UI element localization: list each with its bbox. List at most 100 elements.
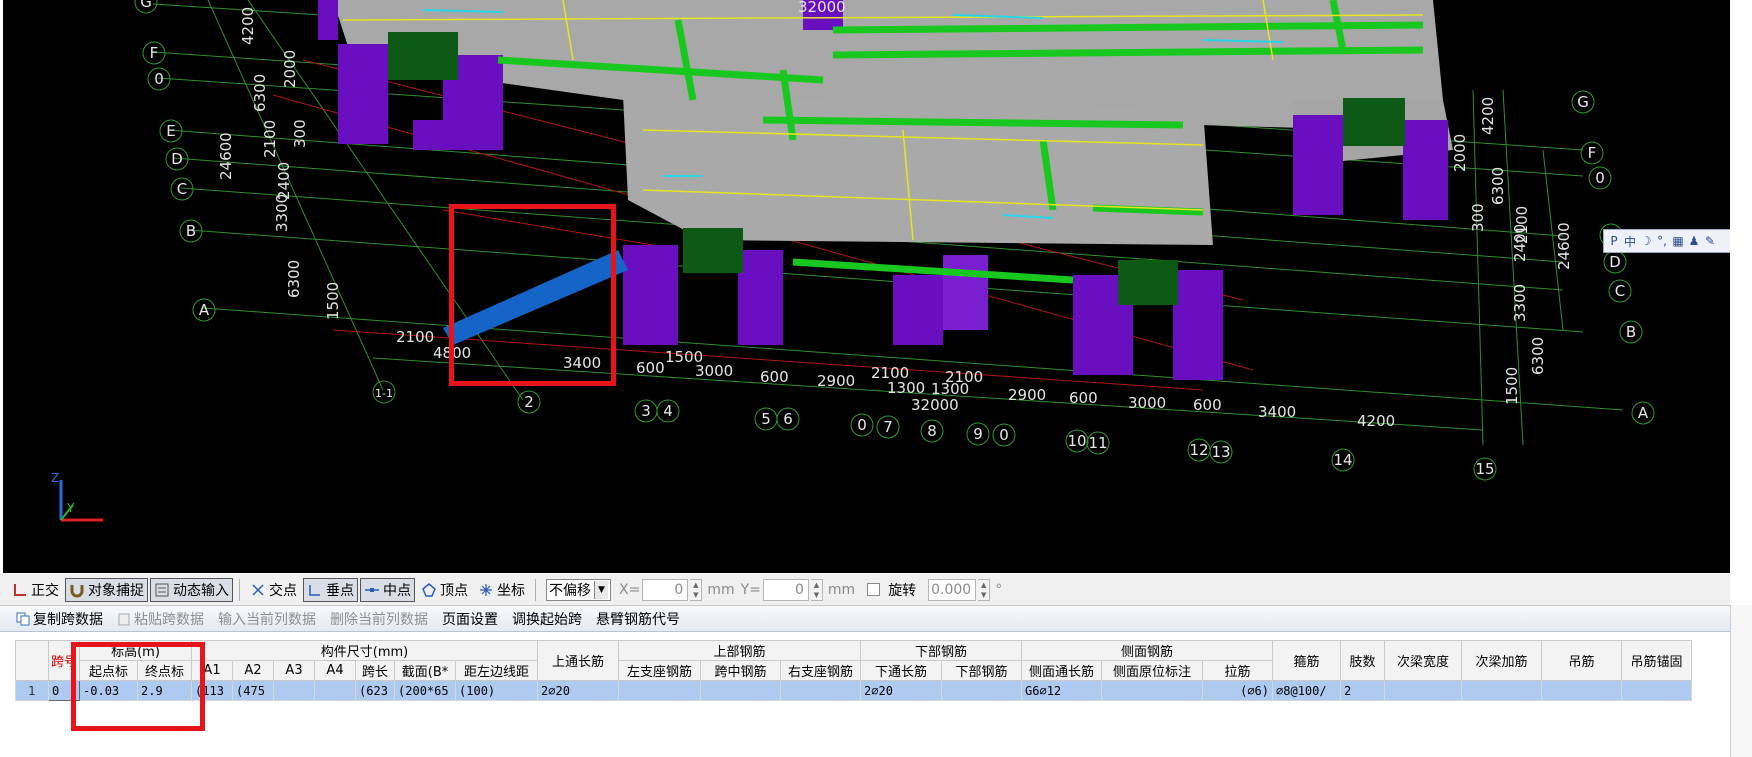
col-right-seat[interactable]: 右支座钢筋 [780, 660, 862, 681]
col-legs[interactable]: 肢数 [1340, 640, 1386, 681]
cell-mid-span[interactable] [700, 680, 782, 701]
svg-text:2: 2 [524, 393, 534, 411]
delete-column-button[interactable]: 删除当前列数据 [330, 609, 428, 629]
adjust-start-span-button[interactable]: 调换起始跨 [512, 609, 582, 629]
col-end-elev[interactable]: 终点标 [137, 660, 193, 681]
object-snap-toggle[interactable]: 对象捕捉 [65, 577, 148, 602]
grid-toolbar: 复制跨数据 粘贴跨数据 输入当前列数据 删除当前列数据 页面设置 调换起始跨 悬… [0, 606, 1730, 632]
ime-toolbar[interactable]: P 中 ☽ °, ▦ ♟ ✎ [1603, 229, 1730, 253]
building-model[interactable]: GF0EDCBA GF0EDCBA 1-12345607890101112131… [3, 0, 1730, 573]
cell-sec-width[interactable] [1384, 680, 1463, 701]
cell-a4[interactable] [314, 680, 357, 701]
coordinate-toggle[interactable]: 坐标 [474, 578, 529, 602]
cell-hanger[interactable] [1541, 680, 1623, 701]
perpendicular-toggle[interactable]: 垂点 [303, 577, 358, 602]
col-sec-add[interactable]: 次梁加筋 [1461, 640, 1543, 681]
cell-stirrup[interactable]: ⌀8@100/ [1272, 680, 1342, 701]
ime-moon-icon[interactable]: ☽ [1640, 234, 1652, 248]
midpoint-toggle[interactable]: 中点 [360, 577, 415, 602]
cell-sec-add[interactable] [1461, 680, 1543, 701]
cell-section[interactable]: (200*65 [394, 680, 457, 701]
paste-span-button[interactable]: 粘贴跨数据 [117, 609, 204, 629]
col-a3[interactable]: A3 [273, 660, 316, 681]
y-input[interactable]: 0 [762, 578, 809, 601]
cell-right-seat[interactable] [780, 680, 862, 701]
col-side-through[interactable]: 侧面通长筋 [1021, 660, 1103, 681]
ime-settings-icon[interactable]: ✎ [1704, 234, 1716, 248]
rotate-checkbox[interactable] [867, 583, 881, 596]
copy-span-button[interactable]: 复制跨数据 [16, 609, 103, 629]
col-side-orig[interactable]: 侧面原位标注 [1101, 660, 1204, 681]
chevron-down-icon[interactable]: ▼ [594, 580, 608, 599]
vertical-scrollbar[interactable] [1730, 605, 1752, 757]
cell-end-elev[interactable]: 2.9 [137, 680, 193, 701]
cell-tie[interactable]: (⌀6) [1202, 680, 1274, 701]
cantilever-rebar-code-label: 悬臂钢筋代号 [596, 611, 680, 628]
x-input[interactable]: 0 [642, 578, 689, 601]
perpendicular-label: 垂点 [326, 582, 354, 599]
rotate-input[interactable]: 0.000 [928, 578, 977, 601]
selected-beam[interactable] [443, 250, 628, 345]
cell-span[interactable]: 0 [47, 680, 81, 701]
y-spinner[interactable]: ▲ ▼ [810, 578, 823, 601]
svg-text:14: 14 [1333, 451, 1352, 469]
col-a4[interactable]: A4 [314, 660, 357, 681]
perpendicular-icon [309, 584, 320, 596]
col-top-through[interactable]: 上通长筋 [537, 640, 620, 681]
col-mid-span[interactable]: 跨中钢筋 [700, 660, 782, 681]
cell-start-elev[interactable]: -0.03 [79, 680, 139, 701]
col-span[interactable]: 跨号 [47, 640, 81, 681]
cell-bottom-through[interactable]: 2⌀20 [860, 680, 943, 701]
col-left-seat[interactable]: 左支座钢筋 [618, 660, 702, 681]
rotate-spinner[interactable]: ▲ ▼ [978, 578, 991, 601]
copy-span-label: 复制跨数据 [33, 611, 103, 628]
ime-user-icon[interactable]: ♟ [1688, 234, 1700, 248]
svg-text:C: C [1615, 282, 1625, 300]
cell-left-seat[interactable] [618, 680, 702, 701]
cell-legs[interactable]: 2 [1340, 680, 1386, 701]
col-hanger-anchor[interactable]: 吊筋锚固 [1621, 640, 1693, 681]
dim-bottom-1: 4800 [433, 344, 471, 362]
cell-side-orig[interactable] [1101, 680, 1204, 701]
cantilever-rebar-code-button[interactable]: 悬臂钢筋代号 [596, 609, 680, 629]
ime-punct-icon[interactable]: °, [1656, 234, 1668, 248]
input-column-button[interactable]: 输入当前列数据 [218, 609, 316, 629]
col-hanger[interactable]: 吊筋 [1541, 640, 1623, 681]
ortho-toggle[interactable]: 正交 [8, 578, 63, 602]
cell-top-through[interactable]: 2⌀20 [537, 680, 620, 701]
col-a2[interactable]: A2 [232, 660, 275, 681]
intersection-toggle[interactable]: 交点 [246, 578, 301, 602]
x-spinner[interactable]: ▲ ▼ [690, 578, 703, 601]
col-span-len[interactable]: 跨长 [355, 660, 396, 681]
cell-a3[interactable] [273, 680, 316, 701]
grid-number-15: 14 [1331, 448, 1355, 472]
cell-hanger-anchor[interactable] [1621, 680, 1693, 701]
cell-a2[interactable]: (475 [232, 680, 275, 701]
col-bottom-through[interactable]: 下通长筋 [860, 660, 943, 681]
grid-number-6: 0 [850, 413, 874, 437]
table-row[interactable]: 1 0 -0.03 2.9 (113 (475 (623 (200*65 (10… [15, 680, 1693, 701]
ime-mode-icon[interactable]: 中 [1624, 233, 1636, 250]
cell-side-through[interactable]: G6⌀12 [1021, 680, 1103, 701]
svg-text:1-1: 1-1 [375, 387, 393, 400]
vertex-toggle[interactable]: 顶点 [417, 578, 472, 602]
cell-bottom-rebar[interactable] [941, 680, 1023, 701]
col-edge-dist[interactable]: 距左边线距 [455, 660, 539, 681]
col-stirrup[interactable]: 箍筋 [1272, 640, 1342, 681]
col-sec-width[interactable]: 次梁宽度 [1384, 640, 1463, 681]
col-tie[interactable]: 拉筋 [1202, 660, 1274, 681]
col-start-elev[interactable]: 起点标 [79, 660, 139, 681]
col-a1[interactable]: A1 [191, 660, 234, 681]
grid-number-13: 12 [1187, 438, 1211, 462]
cell-a1[interactable]: (113 [191, 680, 234, 701]
offset-mode-select[interactable]: 不偏移 ▼ [546, 578, 611, 601]
col-bottom-rebar[interactable]: 下部钢筋 [941, 660, 1023, 681]
cell-edge-dist[interactable]: (100) [455, 680, 539, 701]
cell-span-len[interactable]: (623 [355, 680, 396, 701]
dynamic-input-toggle[interactable]: 动态输入 [150, 577, 233, 602]
3d-viewport[interactable]: GF0EDCBA GF0EDCBA 1-12345607890101112131… [3, 0, 1730, 573]
ime-logo-icon[interactable]: P [1608, 234, 1620, 248]
col-section[interactable]: 截面(B* [394, 660, 457, 681]
ime-keyboard-icon[interactable]: ▦ [1672, 234, 1684, 248]
page-setup-button[interactable]: 页面设置 [442, 609, 498, 629]
